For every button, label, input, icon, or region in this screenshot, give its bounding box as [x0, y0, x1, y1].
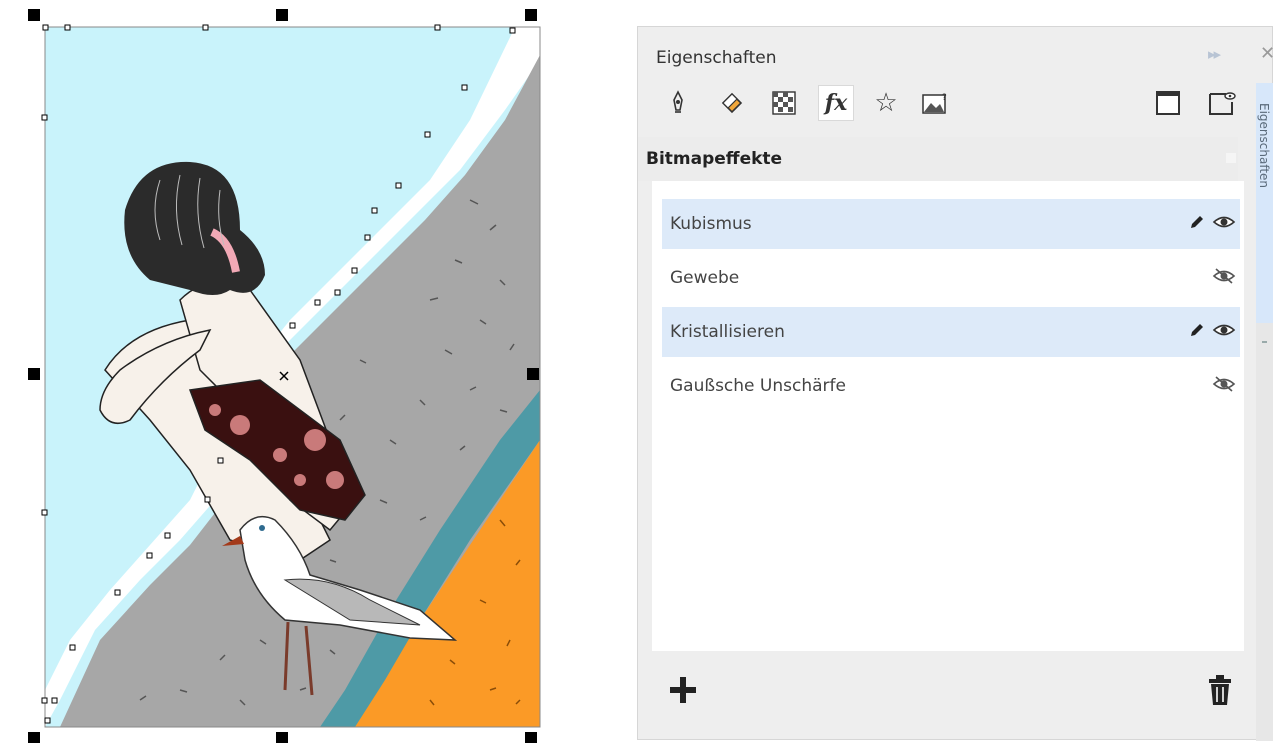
section-title: Bitmapeffekte: [646, 149, 783, 169]
effects-fx-icon[interactable]: fx: [818, 85, 854, 121]
eye-hidden-icon[interactable]: [1212, 267, 1236, 290]
effects-list: Kubismus Gewebe Kristallisieren Gaußsche…: [652, 181, 1244, 651]
outline-pen-icon[interactable]: [660, 85, 696, 121]
section-collapse-toggle[interactable]: [1226, 153, 1236, 163]
close-icon[interactable]: ✕: [1260, 43, 1273, 64]
illustration: [28, 9, 541, 743]
property-tabs: fx ☆ ?: [652, 85, 1252, 125]
bitmap-effects-header[interactable]: Bitmapeffekte: [638, 137, 1238, 181]
star-icon[interactable]: ☆: [868, 85, 904, 121]
pencil-icon[interactable]: [1188, 321, 1206, 344]
bitmap-image-icon[interactable]: ?: [918, 85, 954, 121]
collapse-arrows-icon[interactable]: ▸▸: [1208, 45, 1221, 63]
side-tab-label: Eigenschaften: [1257, 103, 1271, 189]
drawing-canvas[interactable]: [0, 0, 600, 743]
effect-label: Kristallisieren: [670, 322, 785, 342]
effect-label: Gewebe: [670, 268, 740, 288]
page-preview-icon[interactable]: [1204, 85, 1240, 121]
list-item[interactable]: Kubismus: [662, 199, 1240, 249]
pencil-icon[interactable]: [1188, 213, 1206, 236]
list-item[interactable]: Gewebe: [662, 253, 1240, 303]
fill-icon[interactable]: [714, 85, 750, 121]
effects-footer: [652, 651, 1244, 737]
effect-label: Kubismus: [670, 214, 752, 234]
list-item[interactable]: Gaußsche Unschärfe: [662, 361, 1240, 411]
effect-label: Gaußsche Unschärfe: [670, 376, 846, 396]
side-tab-properties[interactable]: Eigenschaften: [1256, 83, 1273, 741]
docker-title-bar: Eigenschaften ▸▸: [638, 27, 1256, 82]
svg-text:?: ?: [942, 93, 947, 103]
eye-hidden-icon[interactable]: [1212, 375, 1236, 398]
add-effect-button[interactable]: [666, 673, 700, 707]
list-item[interactable]: Kristallisieren: [662, 307, 1240, 357]
eye-icon[interactable]: [1212, 213, 1236, 236]
properties-docker: Eigenschaften ▸▸ ✕ fx ☆ ? Bitmapeffekte …: [637, 26, 1273, 741]
plus-icon: [670, 677, 696, 703]
side-tab-divider: [1262, 341, 1267, 343]
transparency-icon[interactable]: [766, 85, 802, 121]
delete-effect-button[interactable]: [1207, 673, 1233, 707]
trash-icon: [1209, 675, 1231, 705]
docker-title: Eigenschaften: [656, 48, 777, 68]
eye-icon[interactable]: [1212, 321, 1236, 344]
frame-icon[interactable]: [1150, 85, 1186, 121]
seagull-eye: [259, 525, 265, 531]
